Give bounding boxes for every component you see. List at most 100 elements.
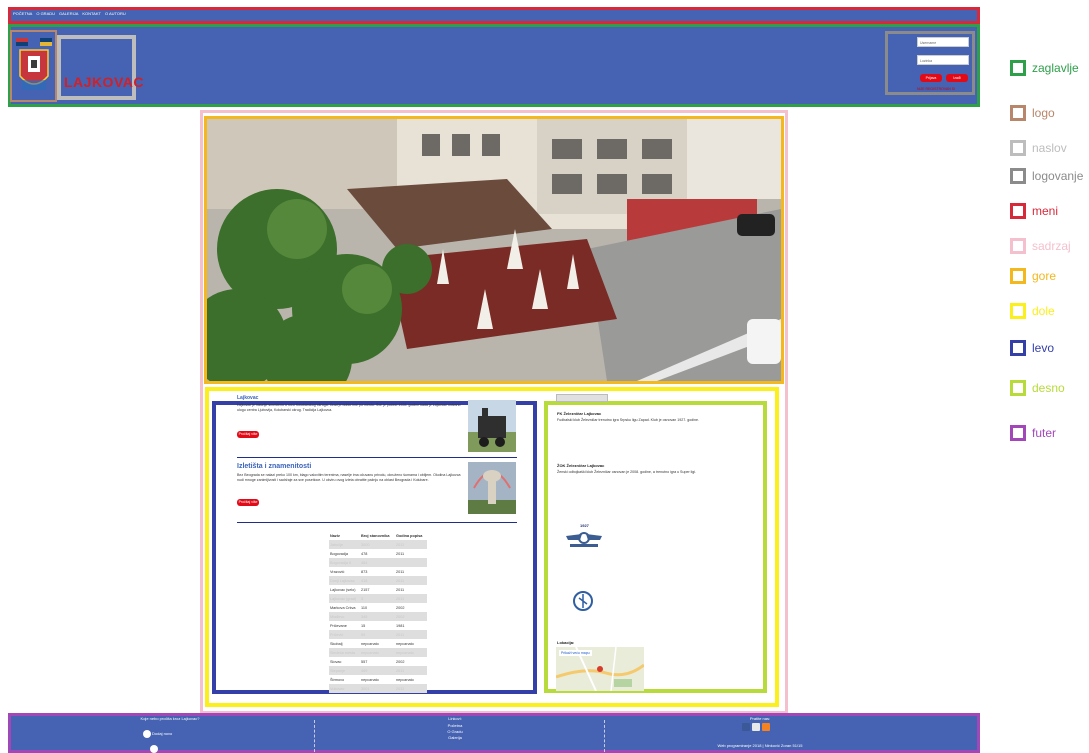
table-row: Lajkovac (grad) 3 2011 <box>329 594 427 603</box>
cell-name: Pričevane <box>330 623 347 628</box>
cell-year: 2011 <box>395 630 427 639</box>
cell-name: Sledeća mesta <box>329 648 360 657</box>
water-tower-image <box>468 462 516 514</box>
cell-name: Slovac <box>330 659 342 664</box>
cell-name: Markova Crkva <box>330 605 356 610</box>
cell-year: nepoznato <box>396 641 414 646</box>
article-title-lajkovac[interactable]: Lajkovac <box>237 395 258 401</box>
follow-title: Pratite nas: <box>749 716 771 721</box>
footer-link-gallery[interactable]: Galerija <box>430 735 480 740</box>
cell-population: 3 <box>360 594 395 603</box>
password-input[interactable]: Lozinka <box>917 55 969 65</box>
table-row: Štrmovo nepoznato nepoznato <box>329 675 427 684</box>
table-header-row: Naziv Broj stanovnika Godina popisa <box>329 532 427 540</box>
poll-option: Dodaj novo <box>152 731 173 736</box>
cell-year: 2011 <box>395 540 427 549</box>
facebook-icon[interactable] <box>742 723 750 731</box>
username-input[interactable]: Username <box>917 37 969 47</box>
logo[interactable] <box>10 30 57 102</box>
cell-population: 418 <box>360 576 395 585</box>
footer-divider-1 <box>314 720 315 752</box>
cell-year: 2011 <box>395 576 427 585</box>
legend-label: sadrzaj <box>1032 239 1071 253</box>
legend-swatch <box>1010 238 1026 254</box>
view-larger-map-button[interactable]: Prikaži veću mapu <box>559 650 592 656</box>
legend-label: dole <box>1032 304 1055 318</box>
cell-year <box>395 558 427 567</box>
table-row: Slovac 557 2002 <box>329 657 427 666</box>
links-title: Linkovi: <box>448 716 462 721</box>
zok-title: ŽOK Železničar Lajkovac <box>557 463 605 468</box>
table-row: Vukovac 3001 2011 <box>329 684 427 693</box>
legend-item: meni <box>1010 203 1058 219</box>
cell-year: 2002 <box>396 605 405 610</box>
cell-population: 59 <box>360 630 395 639</box>
legend-swatch <box>1010 340 1026 356</box>
legend-label: naslov <box>1032 141 1067 155</box>
read-more-button-1[interactable]: Pročitaj više <box>237 431 259 438</box>
cell-population: 478 <box>361 551 368 556</box>
poll-radio-1[interactable] <box>143 730 151 738</box>
legend-item: dole <box>1010 303 1055 319</box>
poll-radio-2[interactable] <box>150 745 158 753</box>
footer-link-home[interactable]: Početna <box>430 723 480 728</box>
cell-population: 3001 <box>360 684 395 693</box>
cell-year: 2011 <box>396 569 405 574</box>
footer-divider-2 <box>604 720 605 752</box>
legend-label: futer <box>1032 426 1057 440</box>
right-search-strip <box>556 394 608 402</box>
article-text-attractions: Bez Beograda se nalazi preko 100 km, bla… <box>237 473 461 482</box>
menu-item-home[interactable]: POČETNA <box>13 11 32 16</box>
cell-year: 2011 <box>395 594 427 603</box>
top-menu: POČETNA O GRADU GALERIJA KONTAKT O AUTOR… <box>8 7 980 24</box>
emblem-year: 1927 <box>580 523 589 528</box>
menu-item-about-author[interactable]: O AUTORU <box>105 11 126 16</box>
cell-population: 110 <box>361 605 368 610</box>
legend-swatch <box>1010 140 1026 156</box>
table-row: Pričevane 15 1981 <box>329 621 427 630</box>
cell-year: 1981 <box>396 623 405 628</box>
rss-icon[interactable] <box>762 723 770 731</box>
register-link[interactable]: NIJE REGISTROVAN SI <box>917 87 955 91</box>
legend-item: sadrzaj <box>1010 238 1071 254</box>
cell-population: 2157 <box>361 587 370 592</box>
cell-name: Mlađevo <box>329 612 360 621</box>
city-street-photo <box>207 119 781 381</box>
table-row: Pričević 59 2011 <box>329 630 427 639</box>
cell-population: 484 <box>360 558 395 567</box>
location-map[interactable]: Prikaži veću mapu <box>555 646 645 692</box>
poll-title: Koje nebo pročita kroz Lajkovac? <box>140 716 200 721</box>
menu-item-about-city[interactable]: O GRADU <box>36 11 55 16</box>
cell-name: Vrazović <box>330 569 345 574</box>
legend-item: gore <box>1010 268 1056 284</box>
fk-text: Fudbalski klub Železničar trenutno igra … <box>557 418 700 422</box>
cell-name: Bogovadja II <box>329 558 360 567</box>
legend-swatch <box>1010 168 1026 184</box>
divider-2 <box>237 522 517 523</box>
youtube-icon[interactable] <box>752 723 760 731</box>
legend-swatch <box>1010 425 1026 441</box>
site-title-box: LAJKOVAC <box>57 35 143 100</box>
menu-items: POČETNA O GRADU GALERIJA KONTAKT O AUTOR… <box>13 11 126 16</box>
footer-link-about[interactable]: O Gradu <box>430 729 480 734</box>
article-title-attractions[interactable]: Izletišta i znamenitosti <box>237 463 311 470</box>
cell-year: 2002 <box>396 659 405 664</box>
cell-name: Lajkovac (grad) <box>329 594 360 603</box>
legend-swatch <box>1010 105 1026 121</box>
cell-name: Lajkovac (selo) <box>330 587 356 592</box>
cell-population: 3000 <box>360 540 395 549</box>
cell-name: Jabučje <box>329 540 360 549</box>
table-row: Donji Lajkovac 418 2011 <box>329 576 427 585</box>
menu-item-gallery[interactable]: GALERIJA <box>59 11 78 16</box>
cell-year: nepoznato <box>396 677 414 682</box>
cell-year: 2011 <box>395 684 427 693</box>
table-row: Sledeća mesta nepoznato nepoznato <box>329 648 427 657</box>
social-icons <box>742 723 770 731</box>
table-row: Jabučje 3000 2011 <box>329 540 427 549</box>
read-more-button-2[interactable]: Pročitaj više <box>237 499 259 506</box>
menu-item-contact[interactable]: KONTAKT <box>82 11 101 16</box>
login-button[interactable]: Prijava <box>920 74 942 82</box>
train-thumbnail[interactable] <box>468 400 516 452</box>
tower-thumbnail[interactable] <box>468 462 516 514</box>
logout-button[interactable]: Izađi <box>946 74 968 82</box>
